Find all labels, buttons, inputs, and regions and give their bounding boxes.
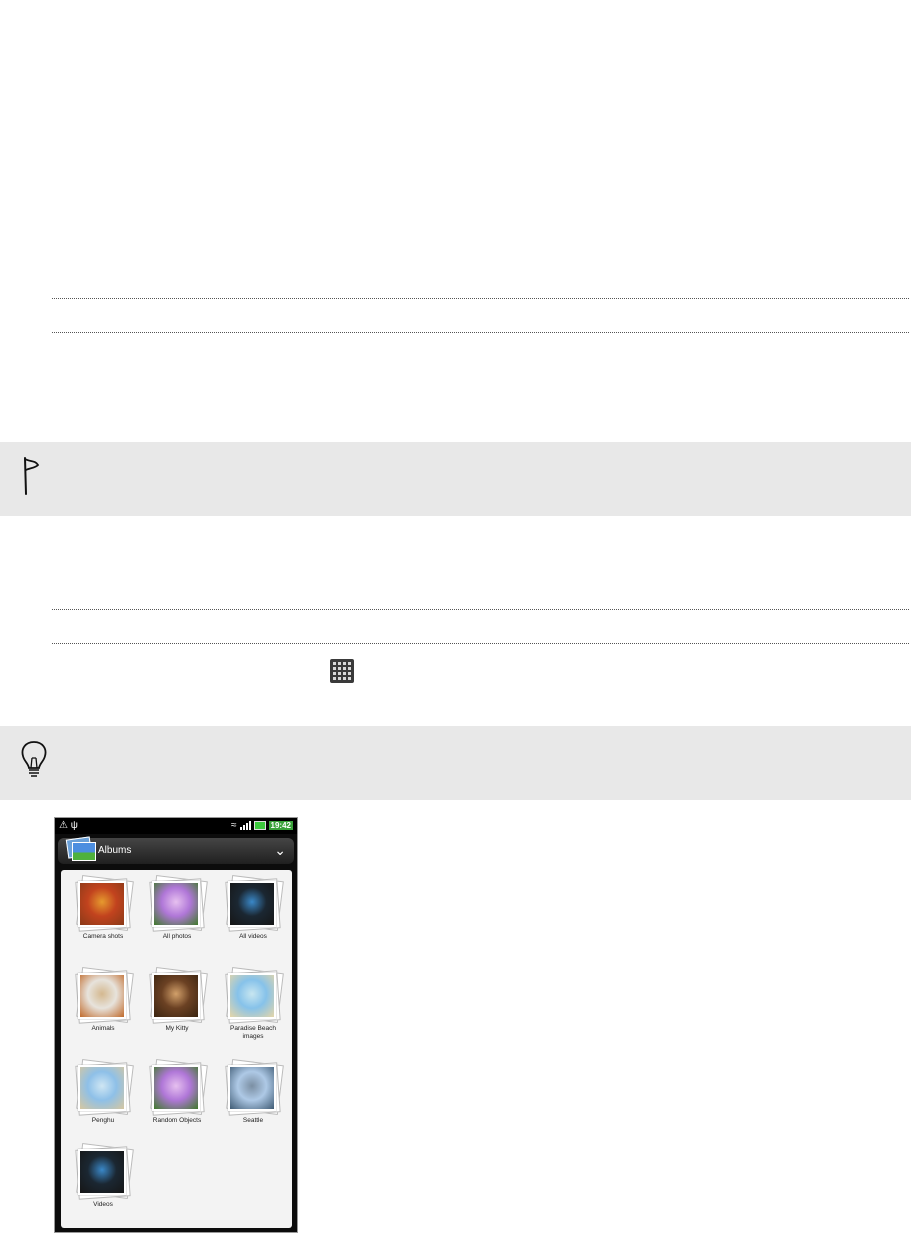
album-thumbnail — [78, 1065, 126, 1111]
albums-icon — [64, 836, 96, 862]
album-label: All videos — [239, 933, 267, 940]
dotted-divider — [52, 643, 909, 644]
battery-icon — [253, 821, 266, 830]
album-tile[interactable]: Penghu — [73, 1059, 134, 1125]
wifi-icon: ≈ — [231, 820, 237, 831]
album-label: My Kitty — [165, 1025, 189, 1032]
album-thumbnail — [228, 881, 276, 927]
album-label: Videos — [93, 1201, 113, 1208]
chevron-down-icon[interactable]: ⌄ — [274, 842, 286, 859]
album-tile[interactable]: All photos — [147, 875, 208, 941]
all-apps-grid-icon — [330, 659, 354, 683]
album-tile[interactable]: My Kitty — [147, 967, 208, 1033]
albums-dropdown[interactable]: Albums ⌄ — [58, 836, 294, 864]
dotted-divider — [52, 609, 909, 610]
album-thumbnail — [228, 1065, 276, 1111]
album-thumbnail — [78, 881, 126, 927]
album-thumbnail — [152, 1065, 200, 1111]
album-thumbnail — [78, 973, 126, 1019]
dotted-divider — [52, 332, 909, 333]
album-label: Penghu — [91, 1117, 115, 1124]
album-thumbnail — [78, 1149, 126, 1195]
albums-title: Albums — [98, 845, 132, 856]
album-tile[interactable]: Videos — [73, 1143, 134, 1209]
flag-icon — [24, 457, 40, 495]
signal-icon — [239, 821, 251, 830]
notification-icons: ⚠ ψ — [59, 820, 78, 831]
album-tile[interactable]: Seattle — [223, 1059, 284, 1125]
lightbulb-icon — [21, 741, 47, 777]
clock: 19:42 — [268, 821, 293, 830]
album-label: Paradise Beach images — [230, 1025, 276, 1040]
album-label: Seattle — [242, 1117, 264, 1124]
status-bar: ⚠ ψ ≈ 19:42 — [55, 818, 297, 834]
album-label: Animals — [91, 1025, 115, 1032]
album-tile[interactable]: Animals — [73, 967, 134, 1033]
album-thumbnail — [228, 973, 276, 1019]
album-tile[interactable]: Paradise Beach images — [223, 967, 284, 1041]
album-thumbnail — [152, 973, 200, 1019]
note-band — [0, 442, 911, 516]
album-label: All photos — [162, 933, 192, 940]
tip-band — [0, 726, 911, 800]
album-tile[interactable]: Camera shots — [73, 875, 134, 941]
album-label: Random Objects — [152, 1117, 202, 1124]
album-label: Camera shots — [82, 933, 124, 940]
album-tile[interactable]: Random Objects — [147, 1059, 208, 1125]
album-tile[interactable]: All videos — [223, 875, 284, 941]
dotted-divider — [52, 298, 909, 299]
album-thumbnail — [152, 881, 200, 927]
albums-grid: Camera shots All photos All videos Anima… — [61, 870, 292, 1228]
phone-screenshot: ⚠ ψ ≈ 19:42 Albums ⌄ Camera shots All ph… — [54, 817, 298, 1233]
